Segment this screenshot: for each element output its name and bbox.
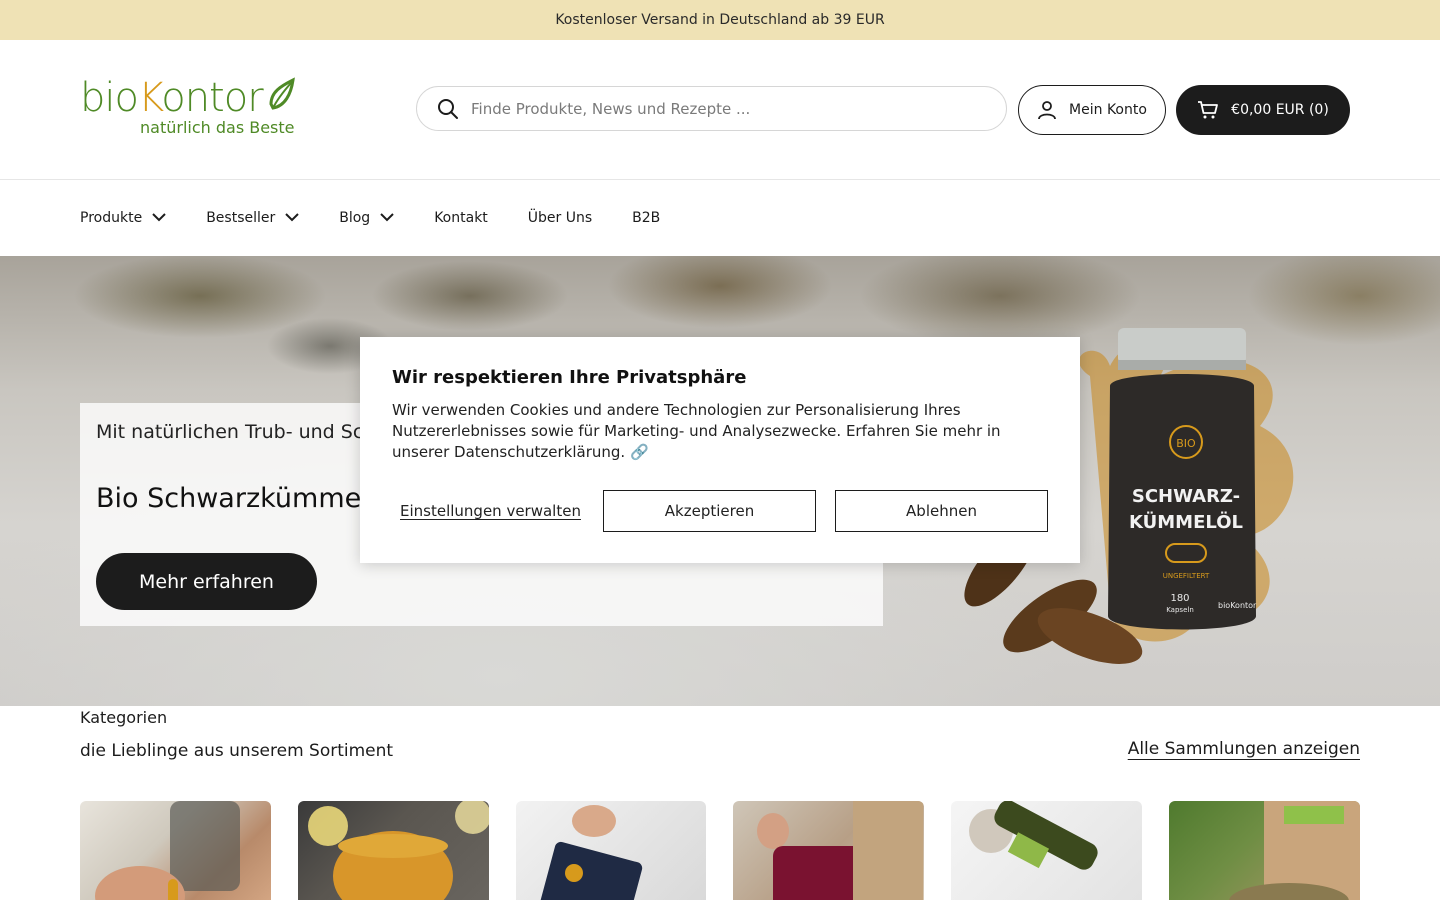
category-grid <box>80 801 1360 900</box>
cookie-title: Wir respektieren Ihre Privatsphäre <box>392 367 747 388</box>
category-image <box>539 805 642 900</box>
nav-item-bestseller[interactable]: Bestseller <box>206 210 299 226</box>
nav-item-kontakt[interactable]: Kontakt <box>434 210 488 226</box>
nav-item-b2b[interactable]: B2B <box>632 210 660 226</box>
category-card-oils[interactable] <box>951 801 1143 900</box>
cookie-text: Wir verwenden Cookies und andere Technol… <box>392 401 1001 461</box>
product-count: 180 <box>1170 593 1189 604</box>
cart-icon <box>1198 101 1219 119</box>
manage-settings-button[interactable]: Einstellungen verwalten <box>400 502 581 520</box>
cookie-consent-dialog: Wir respektieren Ihre Privatsphäre Wir v… <box>360 337 1080 563</box>
category-card-herbs[interactable] <box>1169 801 1360 900</box>
search-bar[interactable] <box>416 86 1007 131</box>
nav-item-blog[interactable]: Blog <box>339 210 394 226</box>
categories-heading: Kategorien <box>80 708 168 727</box>
category-card-tea[interactable] <box>733 801 925 900</box>
cart-button[interactable]: €0,00 EUR (0) <box>1176 85 1350 135</box>
main-nav: Produkte Bestseller Blog Kontakt Über Un… <box>0 180 1440 255</box>
category-image <box>969 801 1098 870</box>
category-image <box>757 801 924 900</box>
product-count-unit: Kapseln <box>1166 606 1194 614</box>
search-input[interactable] <box>471 99 971 118</box>
product-name-line1: SCHWARZ- <box>1132 486 1240 507</box>
nav-item-produkte[interactable]: Produkte <box>80 210 166 226</box>
nav-item-ueber-uns[interactable]: Über Uns <box>528 210 592 226</box>
account-label: Mein Konto <box>1069 102 1147 118</box>
cart-label: €0,00 EUR (0) <box>1231 102 1329 118</box>
chevron-down-icon <box>152 213 166 222</box>
announcement-text: Kostenloser Versand in Deutschland ab 39… <box>555 12 885 28</box>
category-image <box>1229 801 1360 900</box>
decline-button[interactable]: Ablehnen <box>835 490 1048 532</box>
announcement-bar: Kostenloser Versand in Deutschland ab 39… <box>0 0 1440 40</box>
user-icon <box>1038 101 1056 120</box>
link-icon[interactable]: 🔗 <box>630 443 649 461</box>
category-card-capsules[interactable] <box>80 801 271 900</box>
product-brand: bioKontor <box>1218 601 1257 610</box>
categories-section: Kategorien die Lieblinge aus unserem Sor… <box>80 706 1360 900</box>
product-note: UNGEFILTERT <box>1163 572 1210 580</box>
learn-more-button[interactable]: Mehr erfahren <box>96 553 317 610</box>
accept-button[interactable]: Akzeptieren <box>603 490 816 532</box>
category-card-omega3[interactable] <box>515 801 707 900</box>
chevron-down-icon <box>285 213 299 222</box>
product-badge: BIO <box>1176 437 1196 450</box>
logo-tagline: natürlich das Beste <box>140 117 295 137</box>
cookie-actions: Einstellungen verwalten Akzeptieren Able… <box>392 490 1048 532</box>
category-image <box>307 801 489 900</box>
category-image <box>95 801 240 900</box>
product-name-line2: KÜMMELÖL <box>1129 511 1243 533</box>
chevron-down-icon <box>380 213 394 222</box>
view-all-collections-link[interactable]: Alle Sammlungen anzeigen <box>1128 739 1360 759</box>
leaf-icon <box>269 76 295 110</box>
search-icon <box>438 98 458 119</box>
account-button[interactable]: Mein Konto <box>1018 85 1166 135</box>
site-header: bioKontor natürlich das Beste Mein Konto… <box>0 40 1440 180</box>
category-card-spices[interactable] <box>297 801 489 900</box>
brand-logo[interactable]: bioKontor natürlich das Beste <box>80 76 295 138</box>
